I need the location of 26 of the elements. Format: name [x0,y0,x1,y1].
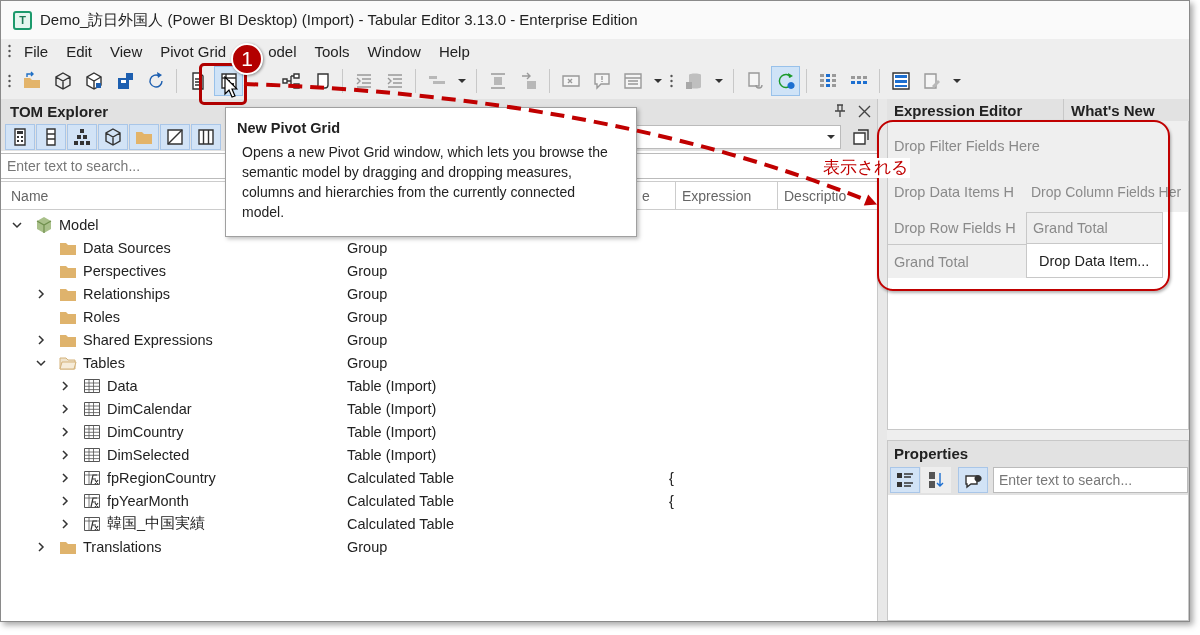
panel-title: Properties [894,444,970,462]
type-cell-text: Group [347,239,389,256]
type-cell-text: Group [347,538,389,555]
tooltip-title: New Pivot Grid [237,120,342,136]
app-logo: T [13,10,32,30]
panel-title: TOM Explorer [10,102,110,120]
callout-label: 表示される [821,158,910,178]
data-cell: Drop Data Item... [1026,244,1163,278]
type-cell-text: Group [347,308,389,325]
type-cell-text: Calculated Table [347,469,455,486]
type-cell-text: Calculated Table [347,492,455,509]
type-cell-text: Table (Import) [347,446,438,463]
type-cell-text: Group [347,262,389,279]
expression-cell: { [669,492,674,509]
column-header: Grand Total [1026,212,1163,244]
row-header: Grand Total [888,244,1026,278]
type-cell-text: Calculated Table [347,515,455,532]
type-cell-text: Group [347,331,389,348]
type-cell-text: Table (Import) [347,423,438,440]
window-title: Demo_訪日外国人 (Power BI Desktop) (Import) - Tabular Editor 3.13.0 - Enterprise Edition [40,10,638,30]
type-cell-text: Table (Import) [347,400,438,417]
tooltip-text: Opens a new Pivot Grid window, which lets you browse the semantic model by dragging and dropping measures, columns and hierarchies from the currently connected model. [241,143,609,222]
expression-cell: { [669,469,674,486]
type-cell-text: Group [347,285,389,302]
type-cell-text: Group [347,354,389,371]
type-cell-text: Table (Import) [347,377,438,394]
